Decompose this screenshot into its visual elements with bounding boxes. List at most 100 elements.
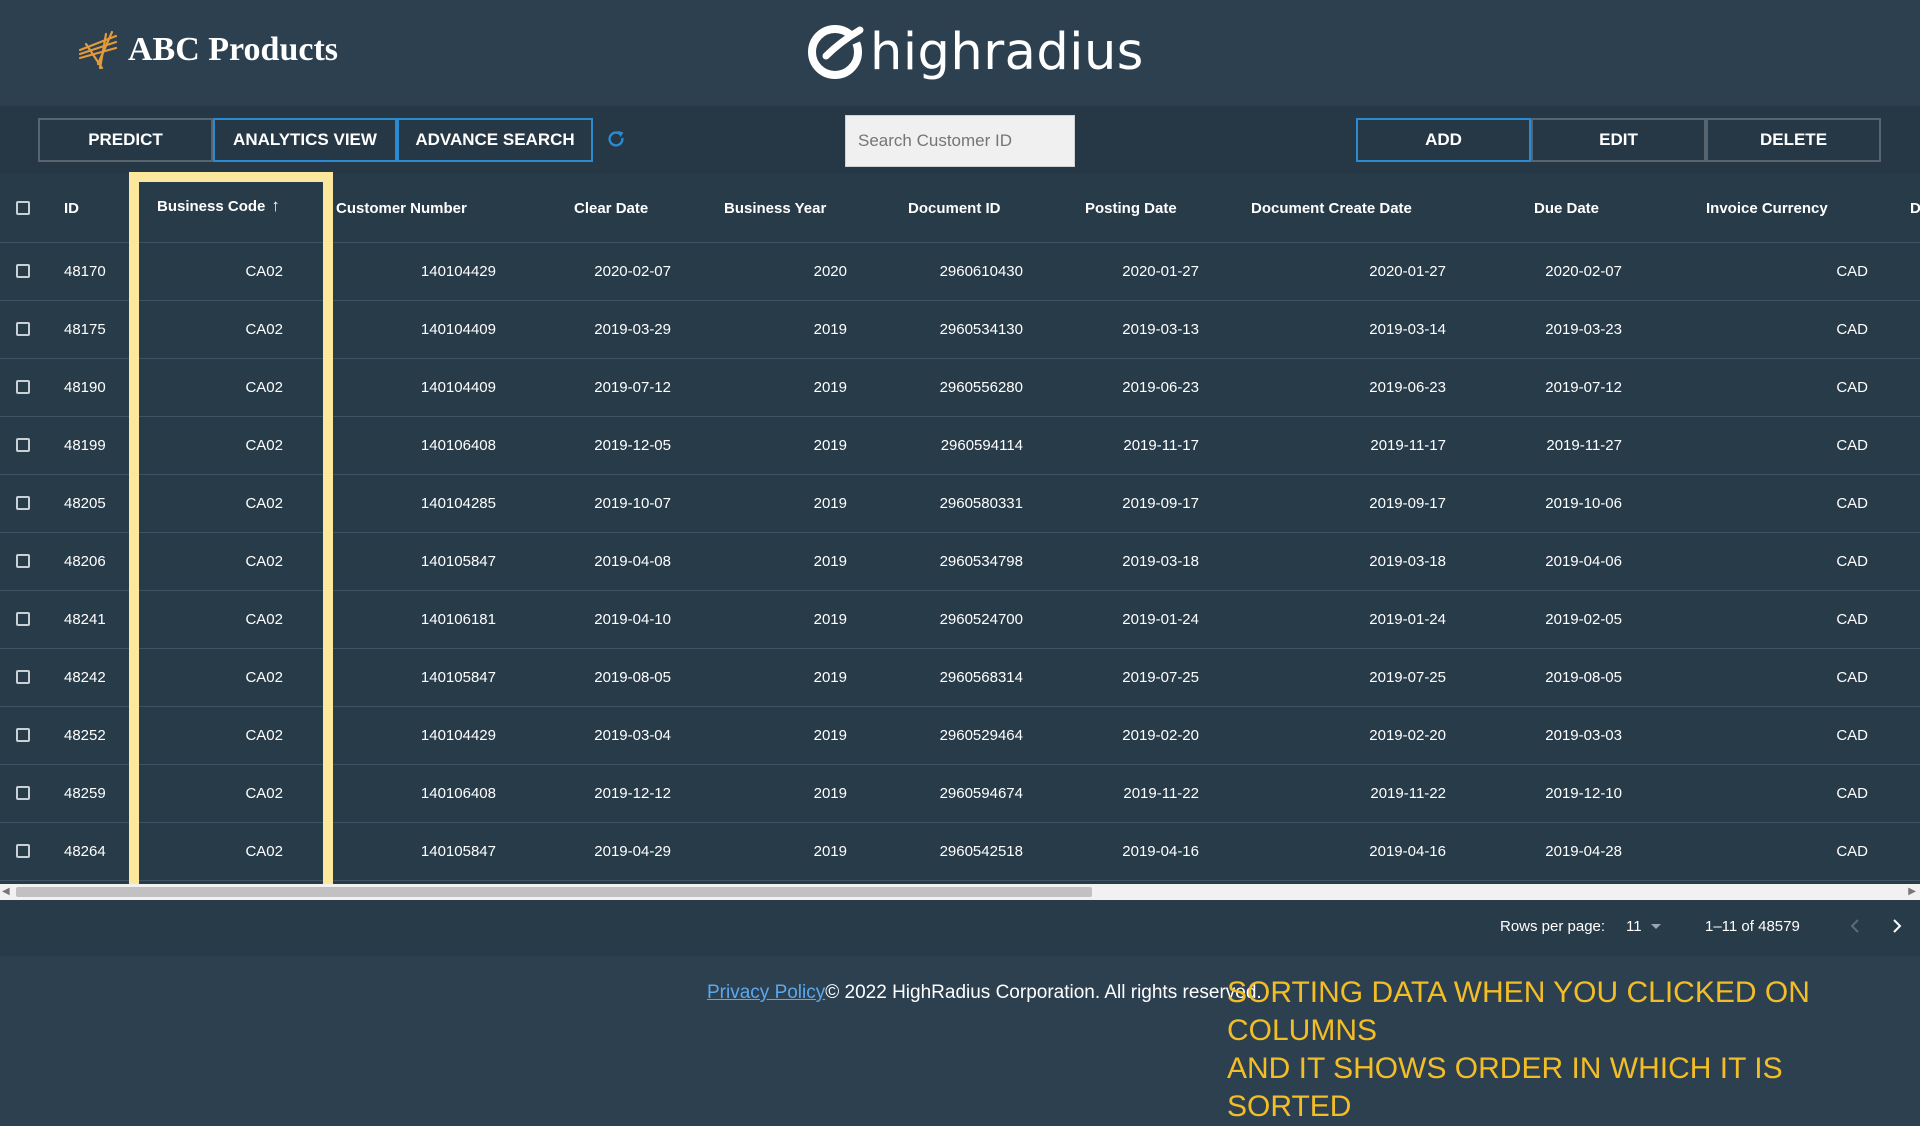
row-checkbox[interactable] xyxy=(16,264,30,278)
table-cell: 2020-01-27 xyxy=(1369,262,1446,280)
table-row[interactable]: 48199 CA02 140106408 2019-12-05 2019 29605941… xyxy=(0,416,1920,475)
column-header[interactable]: Customer Number xyxy=(336,174,496,242)
table-cell: 2019-04-10 xyxy=(594,610,671,628)
table-cell: 2960568314 xyxy=(939,668,1023,686)
horizontal-scrollbar[interactable]: ◀ ▶ xyxy=(0,884,1920,900)
table-cell: 48241 xyxy=(64,610,106,628)
column-header[interactable]: Invoice Currency xyxy=(1706,174,1856,242)
edit-button[interactable]: EDIT xyxy=(1531,118,1706,162)
row-checkbox[interactable] xyxy=(16,786,30,800)
add-button[interactable]: ADD xyxy=(1356,118,1531,162)
table-cell: 48259 xyxy=(64,784,106,802)
chevron-right-icon[interactable] xyxy=(1886,916,1906,936)
scrollbar-thumb[interactable] xyxy=(16,887,1092,897)
table-cell: 140104409 xyxy=(420,320,496,338)
column-header[interactable]: ID xyxy=(64,174,124,242)
row-checkbox[interactable] xyxy=(16,670,30,684)
column-header[interactable]: Posting Date xyxy=(1085,174,1245,242)
table-cell: 2019-12-12 xyxy=(594,784,671,802)
highradius-wordmark: highradius xyxy=(870,22,1144,82)
row-checkbox[interactable] xyxy=(16,844,30,858)
table-row[interactable]: 48190 CA02 140104409 2019-07-12 2019 29605562… xyxy=(0,358,1920,417)
table-cell: 2960610430 xyxy=(939,262,1023,280)
highradius-logo: highradius xyxy=(804,18,1144,86)
table-cell: 48205 xyxy=(64,494,106,512)
table-cell: CA02 xyxy=(245,378,283,396)
analytics-view-button[interactable]: ANALYTICS VIEW xyxy=(213,118,397,162)
table-cell: CAD xyxy=(1836,552,1868,570)
column-header-label: Due Date xyxy=(1534,199,1600,217)
table-cell: 140105847 xyxy=(420,668,496,686)
select-all-checkbox[interactable] xyxy=(16,201,30,215)
row-checkbox[interactable] xyxy=(16,612,30,626)
table-cell: 2019-08-05 xyxy=(594,668,671,686)
column-header-label: Document ID xyxy=(908,199,1001,217)
column-header[interactable]: Business Year xyxy=(724,174,864,242)
row-checkbox[interactable] xyxy=(16,322,30,336)
table-row[interactable]: 48264 CA02 140105847 2019-04-29 2019 29605425… xyxy=(0,822,1920,881)
column-header-label: ID xyxy=(64,199,79,217)
table-cell: 2019-11-27 xyxy=(1546,436,1622,454)
table-cell: 48170 xyxy=(64,262,106,280)
table-row[interactable]: 48241 CA02 140106181 2019-04-10 2019 29605247… xyxy=(0,590,1920,649)
caret-down-icon[interactable] xyxy=(1651,924,1661,929)
table-cell: 140106408 xyxy=(420,784,496,802)
table-cell: 2960594114 xyxy=(940,436,1023,454)
column-header-label: Clear Date xyxy=(574,199,649,217)
column-header[interactable]: Due Date xyxy=(1534,174,1654,242)
table-cell: 140104429 xyxy=(420,726,496,744)
row-checkbox[interactable] xyxy=(16,438,30,452)
table-cell: CA02 xyxy=(245,320,283,338)
table-cell: 48199 xyxy=(64,436,106,454)
row-checkbox[interactable] xyxy=(16,728,30,742)
column-header-label: Business Code xyxy=(157,197,266,215)
table-row[interactable]: 48206 CA02 140105847 2019-04-08 2019 29605347… xyxy=(0,532,1920,591)
table-cell: 2019-06-23 xyxy=(1122,378,1199,396)
table-cell: 48206 xyxy=(64,552,106,570)
table-cell: 2019 xyxy=(813,726,847,744)
brand-logo-icon xyxy=(78,30,118,70)
table-row[interactable]: 48205 CA02 140104285 2019-10-07 2019 29605803… xyxy=(0,474,1920,533)
privacy-policy-link[interactable]: Privacy Policy xyxy=(707,982,825,1003)
scroll-left-arrow-icon[interactable]: ◀ xyxy=(2,884,10,900)
row-checkbox[interactable] xyxy=(16,554,30,568)
table-row[interactable]: 48170 CA02 140104429 2020-02-07 2020 29606104… xyxy=(0,242,1920,301)
chevron-left-icon[interactable] xyxy=(1846,916,1866,936)
table-cell: 2960542518 xyxy=(939,842,1023,860)
left-button-group: PREDICT ANALYTICS VIEW ADVANCE SEARCH xyxy=(38,118,593,162)
table-cell: 2019-02-20 xyxy=(1369,726,1446,744)
table-cell: 2019-03-18 xyxy=(1122,552,1199,570)
table-cell: 2960556280 xyxy=(939,378,1023,396)
column-header[interactable]: Clear Date xyxy=(574,174,694,242)
table-cell: CA02 xyxy=(245,436,283,454)
table-cell: 48252 xyxy=(64,726,106,744)
table-cell: 2019-02-20 xyxy=(1122,726,1199,744)
table-row[interactable]: 48175 CA02 140104409 2019-03-29 2019 29605341… xyxy=(0,300,1920,359)
row-checkbox[interactable] xyxy=(16,380,30,394)
table-row[interactable]: 48252 CA02 140104429 2019-03-04 2019 29605294… xyxy=(0,706,1920,765)
column-header[interactable]: Document ID xyxy=(908,174,1068,242)
table-cell: 2019 xyxy=(813,378,847,396)
column-header[interactable]: Business Code ↑ xyxy=(157,174,283,240)
delete-button[interactable]: DELETE xyxy=(1706,118,1881,162)
table-cell: 2019-06-23 xyxy=(1369,378,1446,396)
table-row[interactable]: 48242 CA02 140105847 2019-08-05 2019 29605683… xyxy=(0,648,1920,707)
column-header[interactable]: Document Create Date xyxy=(1251,174,1451,242)
highradius-mark-icon xyxy=(808,24,868,79)
sort-ascending-icon[interactable]: ↑ xyxy=(271,196,280,216)
table-cell: 2019-07-25 xyxy=(1369,668,1446,686)
table-cell: 2960534798 xyxy=(939,552,1023,570)
predict-button[interactable]: PREDICT xyxy=(38,118,213,162)
table-cell: 2019-01-24 xyxy=(1122,610,1199,628)
rows-per-page-select[interactable]: 11 xyxy=(1626,918,1642,935)
table-row[interactable]: 48259 CA02 140106408 2019-12-12 2019 29605946… xyxy=(0,764,1920,823)
scroll-right-arrow-icon[interactable]: ▶ xyxy=(1908,884,1916,900)
column-header[interactable]: D xyxy=(1910,174,1920,242)
advance-search-button[interactable]: ADVANCE SEARCH xyxy=(397,118,593,162)
refresh-icon[interactable] xyxy=(605,128,627,150)
table-cell: 2019-04-16 xyxy=(1369,842,1446,860)
brand: ABC Products xyxy=(76,28,338,72)
row-checkbox[interactable] xyxy=(16,496,30,510)
search-customer-input[interactable] xyxy=(845,115,1075,167)
footer: Privacy Policy© 2022 HighRadius Corporat… xyxy=(0,956,1920,1123)
